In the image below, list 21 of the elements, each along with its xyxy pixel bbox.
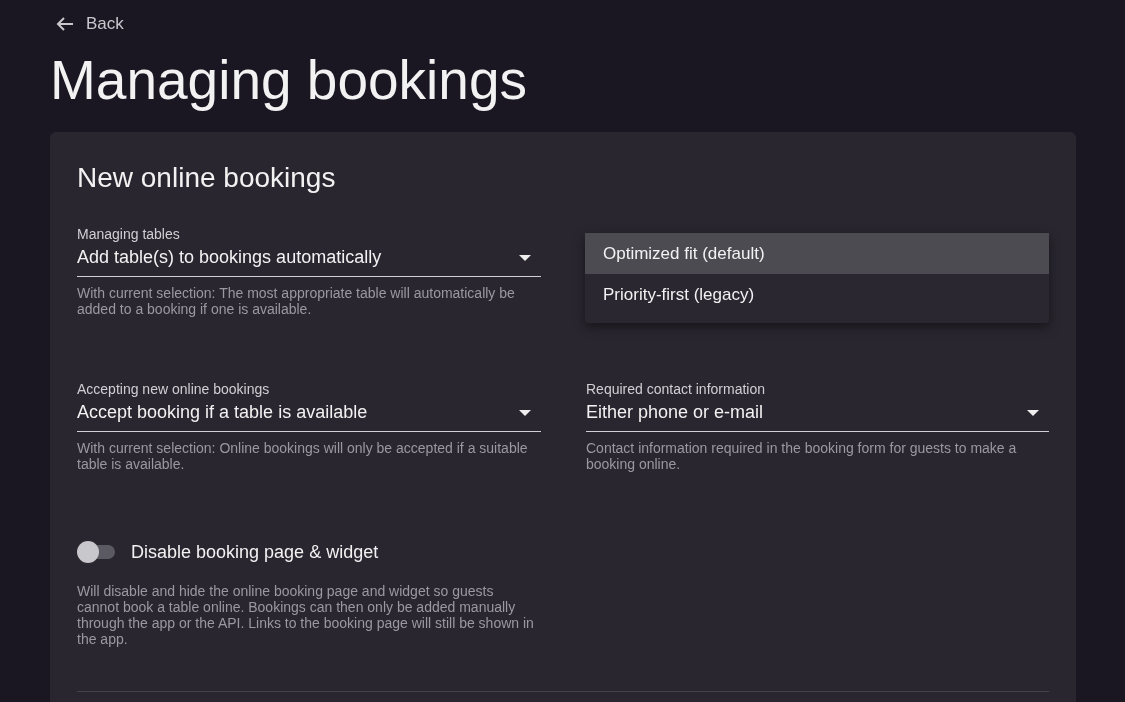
back-arrow-icon [56,16,74,32]
caret-icon [519,409,531,416]
section-title: New online bookings [77,162,337,194]
caret-icon [1027,409,1039,416]
select-field[interactable]: Either phone or e-mail [586,397,1049,432]
select-field[interactable]: Accept booking if a table is available [77,397,541,432]
helper-text: With current selection: Online bookings will only be accepted if a suitable table is available. [77,440,529,472]
field-label: Managing tables [77,226,180,242]
field-label: Accepting new online bookings [77,381,270,397]
helper-text: With current selection: The most appropriate table will automatically be added to a booking if one is available. [77,285,516,317]
toggle-switch[interactable] [77,541,117,563]
toggle-label: Disable booking page & widget [131,541,379,563]
page-title: Managing bookings [50,48,528,112]
caret-icon [519,254,531,261]
back-link[interactable]: Back [56,14,124,34]
helper-text: Contact information required in the booking form for guests to make a booking online. [586,440,1018,472]
field-label: Required contact information [586,381,765,397]
helper-text: Will disable and hide the online booking page and widget so guests cannot book a table online. Bookings can then only be added manually through the app or the API. Links to the booking page will still be shown in the app. [77,583,535,647]
menu-option[interactable]: Priority-first (legacy) [585,274,1049,323]
select-field[interactable]: Add table(s) to bookings automatically [77,242,541,277]
menu-option[interactable]: Optimized fit (default) [585,233,1049,274]
